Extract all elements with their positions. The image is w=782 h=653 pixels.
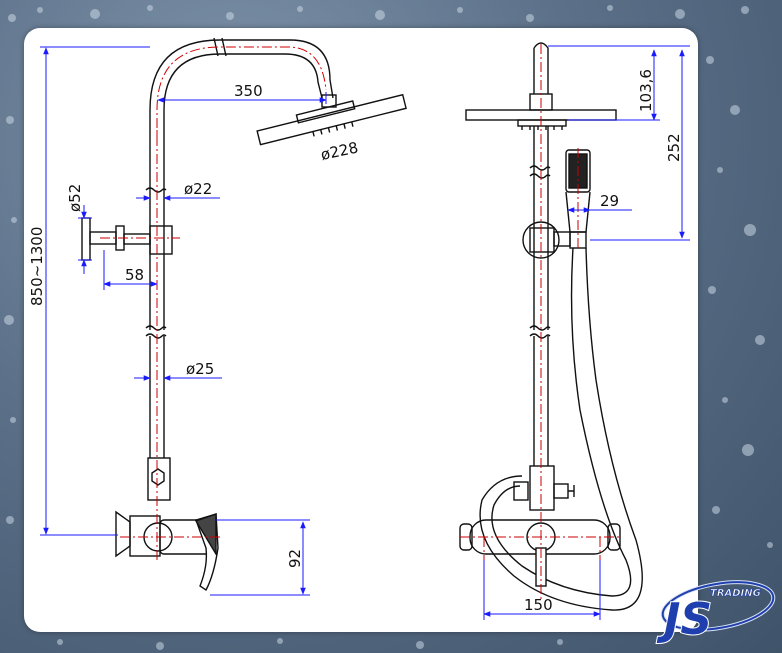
js-trading-logo: TRADING JS: [655, 580, 776, 644]
technical-drawing: 350 ø228 ø22 ø52 58 ø25 850~1300 92 103,…: [28, 37, 690, 620]
dim-bracket-offset: 58: [125, 266, 144, 284]
dim-lower-pipe-diameter: ø25: [186, 360, 214, 378]
dim-hand-shower-offset: 29: [600, 192, 619, 210]
side-view-centerlines: [100, 46, 327, 560]
front-view-centerlines: [460, 44, 620, 600]
dim-head-to-holder: 252: [665, 133, 683, 162]
dim-mixer-height: 92: [286, 549, 304, 568]
dim-head-reach: 350: [234, 82, 263, 100]
logo-small-text: TRADING: [710, 588, 761, 599]
dim-head-diameter: ø228: [319, 138, 360, 163]
dim-upper-pipe-diameter: ø22: [184, 180, 212, 198]
dim-total-height: 850~1300: [28, 227, 46, 306]
logo-large-text: JS: [656, 594, 712, 644]
dim-head-top: 103,6: [637, 69, 655, 112]
dim-bracket-diameter: ø52: [66, 184, 84, 212]
dimension-lines: [40, 45, 690, 620]
front-view: [459, 42, 643, 611]
dim-mixer-width: 150: [524, 596, 553, 614]
side-view: [81, 37, 407, 592]
